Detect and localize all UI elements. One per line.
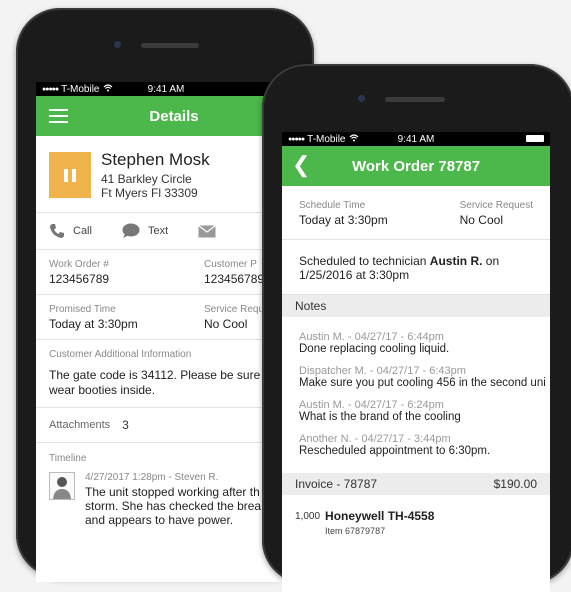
customer-address-line1: 41 Barkley Circle (101, 172, 192, 186)
additional-info-section: Customer Additional Information The gate… (36, 340, 296, 408)
attachments-label: Attachments (49, 419, 111, 431)
note-item: Another N. - 04/27/17 - 3:44pm Reschedul… (299, 433, 533, 457)
wifi-icon (349, 133, 359, 145)
line-item-name: Honeywell TH-4558 (325, 509, 435, 523)
email-button[interactable] (198, 224, 217, 238)
promised-time-value: Today at 3:30pm (49, 317, 138, 331)
additional-info-line2: wear booties inside. (49, 383, 156, 397)
schedule-row: Schedule Time Today at 3:30pm Service Re… (282, 186, 550, 240)
work-order-label: Work Order # (49, 259, 109, 270)
chat-bubble-icon (122, 223, 140, 239)
pause-button[interactable] (49, 152, 91, 198)
scheduled-on: on (485, 254, 500, 268)
signal-icon: ●●●●● (288, 135, 305, 143)
additional-info-line1: The gate code is 34112. Please be sure (49, 368, 261, 382)
pause-icon (64, 168, 76, 182)
details-screen: ●●●●● T-Mobile 9:41 AM Details Stephen M… (36, 82, 296, 582)
earpiece-speaker (141, 43, 199, 48)
back-arrow-icon[interactable]: ❮ (292, 154, 310, 176)
timeline-entry-line1: The unit stopped working after th (85, 485, 260, 499)
details-app-bar: Details (36, 96, 296, 136)
page-title: Details (149, 107, 199, 125)
service-request-value: No Cool (459, 213, 503, 227)
note-item: Austin M. - 04/27/17 - 6:24pm What is th… (299, 399, 533, 423)
customer-address-line2: Ft Myers Fl 33309 (101, 186, 198, 200)
battery-icon (526, 135, 544, 142)
page-title: Work Order 78787 (351, 157, 481, 175)
line-item-number: Item 67879787 (325, 526, 386, 536)
envelope-icon (198, 224, 217, 238)
front-camera (114, 41, 121, 48)
customer-card: Stephen Mosk 41 Barkley Circle Ft Myers … (36, 136, 296, 213)
invoice-header[interactable]: Invoice - 78787 $190.00 (282, 473, 550, 495)
phone-frame-front: ●●●●● T-Mobile 9:41 AM ❮ Work Order 7878… (262, 64, 571, 592)
invoice-total: $190.00 (493, 477, 537, 491)
earpiece-speaker (385, 97, 445, 102)
invoice-label: Invoice - 78787 (295, 477, 378, 491)
note-meta: Austin M. - 04/27/17 - 6:24pm (299, 399, 444, 411)
schedule-time-value: Today at 3:30pm (299, 213, 388, 227)
note-meta: Austin M. - 04/27/17 - 6:44pm (299, 331, 444, 343)
note-meta: Dispatcher M. - 04/27/17 - 6:43pm (299, 365, 466, 377)
customer-name: Stephen Mosk (101, 150, 210, 169)
notes-label: Notes (295, 299, 327, 313)
service-request-label: Service Request (459, 200, 533, 211)
timeline-entry-meta: 4/27/2017 1:28pm - Steven R. (85, 472, 219, 483)
work-order-app-bar: ❮ Work Order 78787 (282, 146, 550, 186)
note-text: Done replacing cooling liquid. (299, 343, 450, 355)
notes-list: Austin M. - 04/27/17 - 6:44pm Done repla… (282, 317, 550, 473)
schedule-time-label: Schedule Time (299, 200, 366, 211)
front-camera (358, 95, 365, 102)
invoice-line-item[interactable]: 1,000 Honeywell TH-4558 Item 67879787 (282, 495, 550, 550)
scheduled-date: 1/25/2016 at 3:30pm (299, 268, 410, 282)
note-meta: Another N. - 04/27/17 - 3:44pm (299, 433, 451, 445)
text-button[interactable]: Text (122, 223, 168, 239)
notes-header: Notes (282, 295, 550, 317)
timeline-entry-line2: storm. She has checked the brea (85, 499, 262, 513)
note-text: Rescheduled appointment to 6:30pm. (299, 445, 491, 457)
status-bar: ●●●●● T-Mobile 9:41 AM (36, 82, 296, 96)
timeline-entry: 4/27/2017 1:28pm - Steven R. The unit st… (49, 472, 283, 527)
text-label: Text (147, 225, 169, 237)
attachments-row[interactable]: Attachments 3 (36, 408, 296, 443)
contact-actions: Call Text (36, 213, 296, 250)
work-order-screen: ●●●●● T-Mobile 9:41 AM ❮ Work Order 7878… (282, 132, 550, 592)
carrier-label: T-Mobile (307, 133, 346, 145)
note-item: Dispatcher M. - 04/27/17 - 6:43pm Make s… (299, 365, 546, 389)
work-order-row: Work Order # 123456789 Customer P 123456… (36, 250, 296, 295)
avatar (49, 472, 75, 500)
note-item: Austin M. - 04/27/17 - 6:44pm Done repla… (299, 331, 533, 355)
additional-info-label: Customer Additional Information (49, 349, 192, 360)
scheduled-technician-text: Scheduled to technician Austin R. on 1/2… (282, 240, 550, 295)
note-text: Make sure you put cooling 456 in the sec… (299, 377, 546, 389)
wifi-icon (103, 83, 113, 95)
note-text: What is the brand of the cooling (299, 411, 461, 423)
attachments-count: 3 (122, 418, 129, 432)
technician-name[interactable]: Austin R. (430, 254, 483, 268)
hamburger-menu-icon[interactable] (49, 109, 68, 123)
timeline-entry-line3: and appears to have power. (85, 513, 234, 527)
scheduled-prefix: Scheduled to technician (299, 254, 427, 268)
timeline-label: Timeline (49, 453, 87, 464)
timeline-section: Timeline 4/27/2017 1:28pm - Steven R. Th… (36, 443, 296, 537)
phone-icon (49, 223, 65, 239)
work-order-value: 123456789 (49, 272, 110, 286)
carrier-label: T-Mobile (61, 83, 100, 95)
call-label: Call (73, 225, 92, 237)
promised-time-label: Promised Time (49, 304, 116, 315)
line-item-quantity: 1,000 (295, 511, 321, 522)
call-button[interactable]: Call (49, 223, 92, 239)
promised-time-row: Promised Time Today at 3:30pm Service Re… (36, 295, 296, 340)
signal-icon: ●●●●● (42, 85, 59, 93)
status-bar: ●●●●● T-Mobile 9:41 AM (282, 132, 550, 146)
